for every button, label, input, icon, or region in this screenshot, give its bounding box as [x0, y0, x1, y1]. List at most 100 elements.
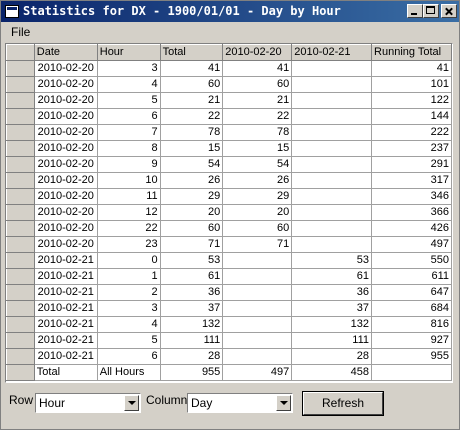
cell-hour[interactable]: 10: [96, 172, 161, 189]
title-bar[interactable]: Statistics for DX - 1900/01/01 - Day by …: [1, 1, 459, 22]
cell-2010-02-20[interactable]: 21: [222, 92, 293, 109]
row-header[interactable]: [6, 204, 35, 221]
cell-hour[interactable]: All Hours: [96, 364, 161, 381]
cell-total[interactable]: 60: [159, 76, 224, 93]
cell-date[interactable]: 2010-02-20: [33, 140, 98, 157]
cell-2010-02-20[interactable]: 41: [222, 60, 293, 77]
cell-total[interactable]: 53: [159, 252, 224, 269]
cell-date[interactable]: Total: [33, 364, 98, 381]
cell-date[interactable]: 2010-02-20: [33, 188, 98, 205]
cell-total[interactable]: 60: [159, 220, 224, 237]
cell-2010-02-21[interactable]: [291, 92, 373, 109]
table-row[interactable]: 2010-02-20 12 20 20 366: [6, 204, 452, 221]
table-row[interactable]: 2010-02-21 4 132 132 816: [6, 316, 452, 333]
cell-2010-02-20[interactable]: [222, 252, 293, 269]
row-header[interactable]: [6, 268, 35, 285]
cell-2010-02-21[interactable]: 28: [291, 348, 373, 365]
cell-2010-02-21[interactable]: 458: [291, 364, 373, 381]
row-select-dropdown-icon[interactable]: [124, 395, 139, 411]
cell-2010-02-21[interactable]: [291, 124, 373, 141]
cell-date[interactable]: 2010-02-20: [33, 204, 98, 221]
cell-2010-02-21[interactable]: 132: [291, 316, 373, 333]
table-row[interactable]: 2010-02-20 3 41 41 41: [6, 60, 452, 77]
menu-file[interactable]: File: [11, 25, 30, 39]
cell-2010-02-20[interactable]: 60: [222, 76, 293, 93]
cell-hour[interactable]: 4: [96, 316, 161, 333]
row-header[interactable]: [6, 252, 35, 269]
cell-total[interactable]: 132: [159, 316, 224, 333]
row-header[interactable]: [6, 284, 35, 301]
cell-2010-02-20[interactable]: 29: [222, 188, 293, 205]
cell-hour[interactable]: 6: [96, 108, 161, 125]
cell-2010-02-21[interactable]: [291, 172, 373, 189]
column-select-dropdown-icon[interactable]: [276, 395, 291, 411]
statistics-grid[interactable]: Date Hour Total 2010-02-20 2010-02-21 Ru…: [5, 43, 453, 383]
cell-running-total[interactable]: 550: [371, 252, 452, 269]
cell-hour[interactable]: 8: [96, 140, 161, 157]
row-header[interactable]: [6, 300, 35, 317]
cell-date[interactable]: 2010-02-20: [33, 172, 98, 189]
cell-date[interactable]: 2010-02-20: [33, 220, 98, 237]
cell-running-total[interactable]: 144: [371, 108, 452, 125]
column-header-2010-02-21[interactable]: 2010-02-21: [291, 44, 373, 61]
cell-hour[interactable]: 23: [96, 236, 161, 253]
cell-2010-02-20[interactable]: 26: [222, 172, 293, 189]
cell-2010-02-21[interactable]: [291, 236, 373, 253]
cell-2010-02-21[interactable]: 36: [291, 284, 373, 301]
table-row[interactable]: 2010-02-20 23 71 71 497: [6, 236, 452, 253]
cell-total[interactable]: 15: [159, 140, 224, 157]
cell-running-total[interactable]: 497: [371, 236, 452, 253]
cell-2010-02-20[interactable]: [222, 300, 293, 317]
cell-date[interactable]: 2010-02-21: [33, 332, 98, 349]
cell-total[interactable]: 26: [159, 172, 224, 189]
row-header[interactable]: [6, 364, 35, 381]
minimize-button[interactable]: [407, 4, 423, 18]
row-header[interactable]: [6, 108, 35, 125]
table-row[interactable]: 2010-02-20 8 15 15 237: [6, 140, 452, 157]
cell-2010-02-20[interactable]: 54: [222, 156, 293, 173]
cell-2010-02-21[interactable]: [291, 188, 373, 205]
cell-total[interactable]: 41: [159, 60, 224, 77]
cell-hour[interactable]: 0: [96, 252, 161, 269]
cell-total[interactable]: 78: [159, 124, 224, 141]
cell-date[interactable]: 2010-02-20: [33, 236, 98, 253]
cell-hour[interactable]: 9: [96, 156, 161, 173]
cell-date[interactable]: 2010-02-21: [33, 252, 98, 269]
cell-total[interactable]: 61: [159, 268, 224, 285]
table-row[interactable]: 2010-02-20 4 60 60 101: [6, 76, 452, 93]
row-header[interactable]: [6, 60, 35, 77]
cell-total[interactable]: 71: [159, 236, 224, 253]
cell-date[interactable]: 2010-02-20: [33, 60, 98, 77]
cell-hour[interactable]: 6: [96, 348, 161, 365]
cell-date[interactable]: 2010-02-21: [33, 284, 98, 301]
row-header[interactable]: [6, 124, 35, 141]
cell-2010-02-21[interactable]: [291, 156, 373, 173]
cell-2010-02-20[interactable]: 20: [222, 204, 293, 221]
cell-2010-02-21[interactable]: [291, 60, 373, 77]
cell-total[interactable]: 28: [159, 348, 224, 365]
row-header[interactable]: [6, 92, 35, 109]
table-row[interactable]: 2010-02-21 0 53 53 550: [6, 252, 452, 269]
cell-running-total[interactable]: 317: [371, 172, 452, 189]
table-row[interactable]: 2010-02-21 5 111 111 927: [6, 332, 452, 349]
cell-hour[interactable]: 11: [96, 188, 161, 205]
cell-total[interactable]: 20: [159, 204, 224, 221]
column-header-2010-02-20[interactable]: 2010-02-20: [222, 44, 293, 61]
table-row[interactable]: 2010-02-21 1 61 61 611: [6, 268, 452, 285]
cell-2010-02-21[interactable]: 53: [291, 252, 373, 269]
cell-2010-02-21[interactable]: 111: [291, 332, 373, 349]
cell-running-total[interactable]: 237: [371, 140, 452, 157]
cell-2010-02-21[interactable]: [291, 204, 373, 221]
cell-total[interactable]: 21: [159, 92, 224, 109]
cell-date[interactable]: 2010-02-21: [33, 268, 98, 285]
cell-2010-02-20[interactable]: 71: [222, 236, 293, 253]
row-select[interactable]: Hour: [35, 393, 141, 413]
cell-hour[interactable]: 3: [96, 300, 161, 317]
cell-hour[interactable]: 12: [96, 204, 161, 221]
cell-date[interactable]: 2010-02-20: [33, 92, 98, 109]
cell-total[interactable]: 111: [159, 332, 224, 349]
cell-2010-02-20[interactable]: 22: [222, 108, 293, 125]
cell-running-total[interactable]: [371, 364, 452, 381]
cell-running-total[interactable]: 41: [371, 60, 452, 77]
cell-total[interactable]: 54: [159, 156, 224, 173]
